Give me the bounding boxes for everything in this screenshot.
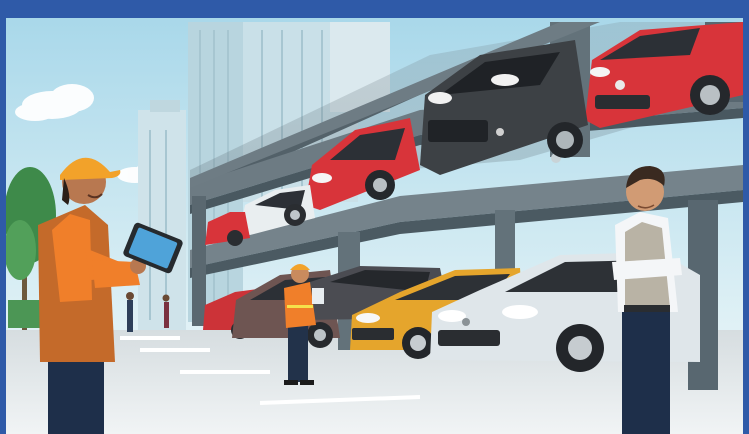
parking-garage-illustration [4,18,743,434]
illustration-frame [0,0,749,434]
